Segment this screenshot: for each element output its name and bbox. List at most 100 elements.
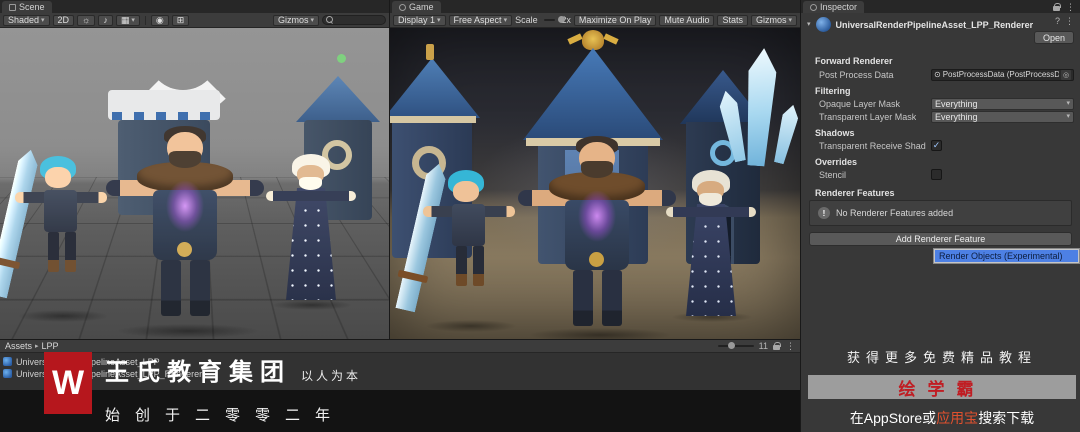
field-label: Transparent Receive Shad	[819, 140, 926, 151]
purple-smoke-effect	[166, 180, 204, 232]
section-header: Overrides	[815, 156, 858, 167]
display-dropdown[interactable]: Display 1 ▾	[393, 14, 446, 26]
empty-message: No Renderer Features added	[836, 208, 954, 218]
chevron-down-icon: ▾	[1066, 100, 1070, 107]
chevron-down-icon: ▾	[503, 16, 508, 24]
belt-buckle	[589, 252, 604, 267]
tab-game[interactable]: Game	[392, 1, 441, 13]
leg	[65, 232, 76, 272]
watermark-block: W 王氏教育集团 以人为本 始创于二零零二年	[44, 352, 361, 425]
promo-block: 获得更多免费精品教程 绘学霸 在AppStore或应用宝搜索下载	[808, 347, 1076, 428]
scene-audio-toggle[interactable]: ♪	[98, 14, 113, 26]
transparent-receive-shadows-checkbox[interactable]: ✓	[931, 139, 942, 151]
company-slogan: 以人为本	[301, 369, 362, 383]
thumbnail-size-knob[interactable]	[727, 342, 735, 349]
mage-character	[266, 154, 356, 306]
leg	[456, 246, 467, 286]
section-shadows: Shadows	[801, 126, 1080, 139]
menu-dots-icon[interactable]: ⋮	[1065, 16, 1074, 27]
lock-icon[interactable]	[1053, 2, 1061, 12]
chevron-down-icon: ▾	[788, 16, 792, 24]
pipeline-asset-icon	[3, 369, 12, 378]
leg	[48, 232, 59, 272]
promo-line2-prefix: 在AppStore或	[849, 410, 937, 426]
promo-line2-suffix: 搜索下载	[978, 410, 1035, 426]
robe	[286, 188, 336, 300]
help-icon[interactable]: ?	[1055, 16, 1060, 27]
promo-brand: 绘学霸	[898, 379, 986, 399]
kid-character	[0, 150, 110, 315]
scene-3d-art	[0, 28, 389, 339]
breadcrumb-assets[interactable]: Assets	[5, 341, 32, 351]
scene-visibility-toggle[interactable]: ◉	[150, 14, 169, 26]
object-picker-icon[interactable]: ◎	[1061, 69, 1071, 80]
field-transparent-receive-shadows: Transparent Receive Shad ✓	[801, 139, 1080, 152]
opaque-layer-mask-dropdown[interactable]: Everything ▾	[931, 97, 1074, 110]
tower-trim	[390, 116, 476, 123]
scene-tab-label: Scene	[19, 2, 45, 12]
scene-grid-toggle[interactable]: ⊞	[171, 14, 190, 26]
stats-toggle[interactable]: Stats	[717, 14, 748, 26]
transparent-layer-mask-dropdown[interactable]: Everything ▾	[931, 110, 1074, 123]
promo-line2-highlight: 应用宝	[936, 410, 979, 426]
info-icon: !	[818, 207, 830, 219]
scene-lighting-toggle[interactable]: ☼	[77, 14, 96, 26]
field-label: Transparent Layer Mask	[819, 111, 917, 122]
sword-blade	[0, 148, 41, 299]
menu-dots-icon[interactable]: ⋮	[1066, 2, 1075, 13]
post-process-data-object-field[interactable]: ⊙ PostProcessData (PostProcessData) ◎	[931, 68, 1074, 81]
breadcrumb-lpp[interactable]: LPP	[42, 341, 59, 351]
menu-dots-icon[interactable]: ⋮	[786, 341, 795, 352]
scene-viewport[interactable]	[0, 28, 389, 339]
scale-slider-knob[interactable]	[557, 16, 565, 23]
warrior-character	[104, 118, 266, 330]
stencil-checkbox[interactable]	[931, 168, 942, 180]
tower-roof	[390, 58, 480, 118]
stats-label: Stats	[722, 15, 743, 25]
maximize-on-play-toggle[interactable]: Maximize On Play	[573, 14, 657, 26]
maximize-on-play-label: Maximize On Play	[578, 15, 652, 25]
object-icon: ⊙	[934, 70, 941, 79]
lock-icon[interactable]	[773, 341, 781, 351]
scene-tabbar: Scene	[0, 0, 389, 13]
scene-gizmos-dropdown[interactable]: Gizmos ▾	[272, 14, 319, 26]
leg	[573, 270, 593, 326]
chevron-down-icon: ▾	[41, 16, 45, 24]
field-post-process-data: Post Process Data ⊙ PostProcessData (Pos…	[801, 68, 1080, 81]
sword	[0, 148, 41, 299]
open-button[interactable]: Open	[1034, 31, 1074, 44]
thumbnail-size-slider[interactable]	[717, 342, 754, 349]
dropdown-item-render-objects[interactable]: Render Objects (Experimental)	[935, 250, 1078, 262]
scene-gizmos-label: Gizmos	[277, 15, 309, 25]
game-viewport[interactable]	[390, 28, 800, 339]
tab-inspector[interactable]: Inspector	[803, 1, 865, 13]
promo-line1: 获得更多免费精品教程	[846, 350, 1037, 365]
scene-effects-dropdown[interactable]: ▦ ▾	[115, 14, 140, 26]
robe	[686, 204, 736, 316]
beard	[169, 151, 201, 168]
section-forward-renderer: Forward Renderer	[801, 54, 1080, 67]
scale-slider[interactable]	[543, 16, 565, 23]
leg	[190, 260, 210, 316]
game-tab-icon	[399, 3, 406, 11]
chevron-down-icon: ▾	[310, 16, 314, 24]
scale-label: Scale	[515, 15, 538, 25]
shading-mode-dropdown[interactable]: Shaded ▾	[3, 14, 50, 26]
foldout-icon[interactable]: ▾	[807, 21, 811, 28]
tower-roof	[523, 48, 663, 140]
scene-search-input[interactable]	[322, 15, 386, 25]
2d-toggle-label: 2D	[57, 15, 70, 25]
tab-scene[interactable]: Scene	[2, 1, 52, 13]
shading-mode-label: Shaded	[8, 15, 40, 25]
add-renderer-feature-button[interactable]: Add Renderer Feature	[809, 232, 1072, 246]
game-gizmos-dropdown[interactable]: Gizmos ▾	[750, 14, 797, 26]
dropdown-value: Everything	[935, 98, 978, 109]
section-header: Forward Renderer	[815, 55, 893, 66]
aspect-ratio-dropdown[interactable]: Free Aspect ▾	[448, 14, 513, 26]
check-icon: ✓	[932, 139, 941, 150]
2d-toggle[interactable]: 2D	[52, 14, 75, 26]
game-toolbar: Display 1 ▾ Free Aspect ▾ Scale 2x Maxim…	[390, 13, 800, 28]
mute-audio-toggle[interactable]: Mute Audio	[659, 14, 715, 26]
leg	[602, 270, 622, 326]
arms	[266, 191, 356, 201]
